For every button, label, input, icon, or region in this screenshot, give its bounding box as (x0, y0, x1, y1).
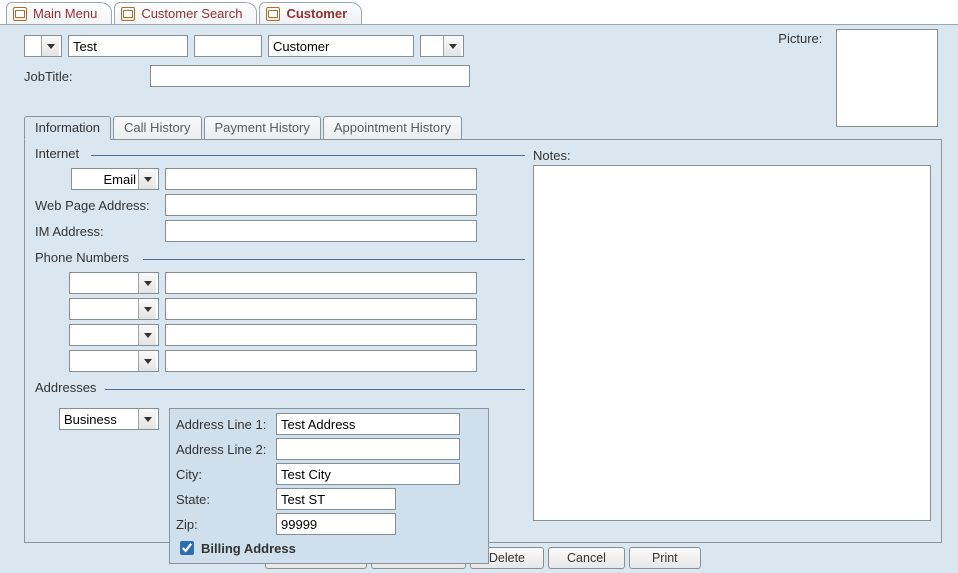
webpage-label: Web Page Address: (35, 198, 159, 213)
chevron-down-icon[interactable] (138, 169, 156, 189)
addr-zip-label: Zip: (176, 517, 272, 532)
phone-type-input[interactable] (70, 299, 138, 319)
chevron-down-icon[interactable] (138, 299, 156, 319)
addr-line1-input[interactable] (276, 413, 460, 435)
form-body: JobTitle: Picture: Information Call Hist… (0, 24, 958, 573)
address-panel: Address Line 1: Address Line 2: City: St… (169, 408, 489, 564)
chevron-down-icon[interactable] (138, 273, 156, 293)
inner-tab-label: Appointment History (334, 120, 451, 135)
picture-area: Picture: (778, 29, 938, 127)
middle-name-input[interactable] (194, 35, 262, 57)
webpage-input[interactable] (165, 194, 477, 216)
notes-section: Notes: (533, 148, 931, 521)
jobtitle-input[interactable] (150, 65, 470, 87)
notes-textarea[interactable] (533, 165, 931, 521)
addresses-legend: Addresses (35, 380, 102, 395)
picture-box[interactable] (836, 29, 938, 127)
tab-appointment-history[interactable]: Appointment History (323, 116, 462, 140)
im-input[interactable] (165, 220, 477, 242)
jobtitle-label: JobTitle: (24, 69, 144, 84)
doc-tab-main-menu[interactable]: Main Menu (6, 2, 112, 24)
internet-fieldset: Internet (35, 148, 525, 242)
prefix-input[interactable] (25, 36, 41, 56)
email-input[interactable] (165, 168, 477, 190)
doc-tab-label: Customer Search (141, 6, 242, 21)
chevron-down-icon[interactable] (41, 36, 59, 56)
form-icon (13, 7, 27, 21)
addr-line2-label: Address Line 2: (176, 442, 272, 457)
phones-legend: Phone Numbers (35, 250, 135, 265)
inner-tab-label: Payment History (215, 120, 310, 135)
chevron-down-icon[interactable] (138, 409, 156, 429)
print-button[interactable]: Print (629, 547, 701, 569)
suffix-input[interactable] (421, 36, 443, 56)
doc-tab-label: Main Menu (33, 6, 97, 21)
cancel-button[interactable]: Cancel (548, 547, 625, 569)
billing-checkbox[interactable] (180, 541, 194, 555)
phone-input[interactable] (165, 324, 477, 346)
inner-panel: Internet (24, 139, 942, 543)
first-name-input[interactable] (68, 35, 188, 57)
phones-fieldset: Phone Numbers (35, 252, 525, 372)
phone-type-input[interactable] (70, 351, 138, 371)
addr-city-label: City: (176, 467, 272, 482)
form-icon (121, 7, 135, 21)
tab-information[interactable]: Information (24, 116, 111, 140)
doc-tab-customer-search[interactable]: Customer Search (114, 2, 257, 24)
inner-tab-label: Information (35, 120, 100, 135)
doc-tab-label: Customer (286, 6, 347, 21)
addr-state-label: State: (176, 492, 272, 507)
phone-type-combo[interactable] (69, 298, 159, 320)
document-tabs: Main Menu Customer Search Customer (0, 0, 958, 24)
picture-label: Picture: (778, 31, 822, 46)
address-type-combo[interactable] (59, 408, 159, 430)
phone-type-input[interactable] (70, 273, 138, 293)
addr-line2-input[interactable] (276, 438, 460, 460)
phone-input[interactable] (165, 350, 477, 372)
chevron-down-icon[interactable] (138, 351, 156, 371)
suffix-combo[interactable] (420, 35, 464, 57)
inner-tab-label: Call History (124, 120, 190, 135)
prefix-combo[interactable] (24, 35, 62, 57)
tab-call-history[interactable]: Call History (113, 116, 201, 140)
addr-city-input[interactable] (276, 463, 460, 485)
chevron-down-icon[interactable] (443, 36, 461, 56)
addr-state-input[interactable] (276, 488, 396, 510)
doc-tab-customer[interactable]: Customer (259, 2, 362, 24)
phone-type-input[interactable] (70, 325, 138, 345)
phone-input[interactable] (165, 298, 477, 320)
billing-label: Billing Address (201, 541, 296, 556)
addresses-fieldset: Addresses Address Line 1: (35, 382, 525, 564)
addr-zip-input[interactable] (276, 513, 396, 535)
phone-input[interactable] (165, 272, 477, 294)
internet-legend: Internet (35, 146, 85, 161)
last-name-input[interactable] (268, 35, 414, 57)
im-label: IM Address: (35, 224, 159, 239)
phone-type-combo[interactable] (69, 324, 159, 346)
phone-type-combo[interactable] (69, 350, 159, 372)
email-type-input[interactable] (72, 169, 138, 189)
email-type-combo[interactable] (71, 168, 159, 190)
form-icon (266, 7, 280, 21)
addr-line1-label: Address Line 1: (176, 417, 272, 432)
chevron-down-icon[interactable] (138, 325, 156, 345)
tab-payment-history[interactable]: Payment History (204, 116, 321, 140)
phone-type-combo[interactable] (69, 272, 159, 294)
notes-label: Notes: (533, 148, 931, 163)
address-type-input[interactable] (60, 409, 138, 429)
